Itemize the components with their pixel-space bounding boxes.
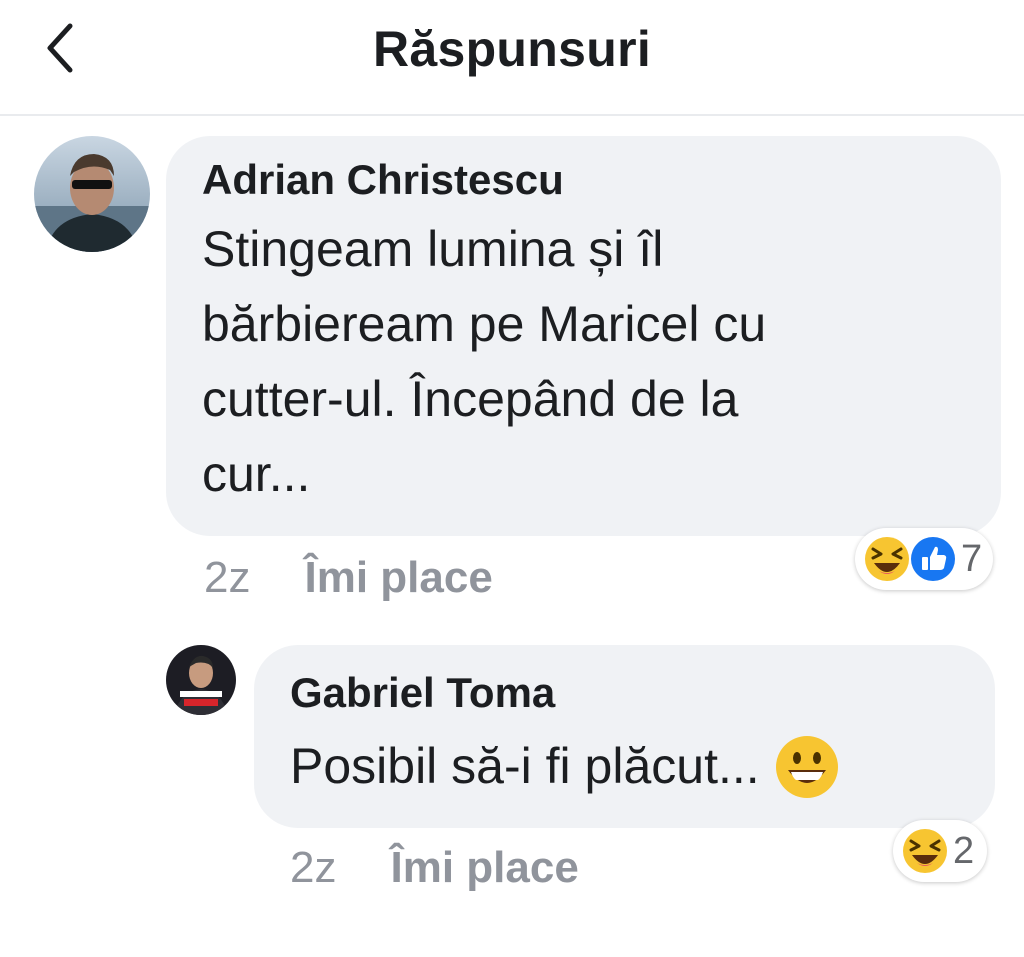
laughing-emoji-icon [903, 829, 947, 873]
comment-text-line: cutter-ul. Începând de la [202, 371, 739, 427]
comment-meta: 2z Îmi place [204, 553, 493, 603]
comment-meta: 2z Îmi place [290, 843, 579, 893]
reaction-summary[interactable]: 7 [855, 528, 993, 590]
comment-author[interactable]: Adrian Christescu [202, 156, 1001, 204]
laughing-emoji-icon [865, 537, 909, 581]
like-thumb-icon [911, 537, 955, 581]
reaction-count: 7 [961, 537, 983, 580]
grinning-emoji-icon [775, 735, 838, 798]
page-title: Răspunsuri [372, 21, 652, 77]
reaction-count: 2 [953, 829, 975, 872]
like-button[interactable]: Îmi place [390, 843, 578, 892]
header-bar: Răspunsuri [0, 0, 1024, 116]
comment-text-line: cur... [202, 446, 311, 502]
comment-text: Posibil să-i fi plăcut... [290, 738, 760, 794]
comment-text-line: Stingeam lumina și îl [202, 221, 664, 277]
comment-text-line: bărbieream pe Maricel cu [202, 296, 767, 352]
comment-author[interactable]: Gabriel Toma [290, 669, 995, 717]
comment-time: 2z [290, 843, 337, 892]
comment-bubble[interactable]: Gabriel Toma Posibil să-i fi plăcut... [254, 645, 995, 828]
comment-time: 2z [204, 553, 251, 602]
comment-bubble[interactable]: Adrian Christescu Stingeam lumina și îl … [166, 136, 1001, 536]
reaction-summary[interactable]: 2 [893, 820, 987, 882]
avatar[interactable] [166, 645, 236, 715]
avatar[interactable] [34, 136, 150, 252]
like-button[interactable]: Îmi place [304, 553, 492, 602]
